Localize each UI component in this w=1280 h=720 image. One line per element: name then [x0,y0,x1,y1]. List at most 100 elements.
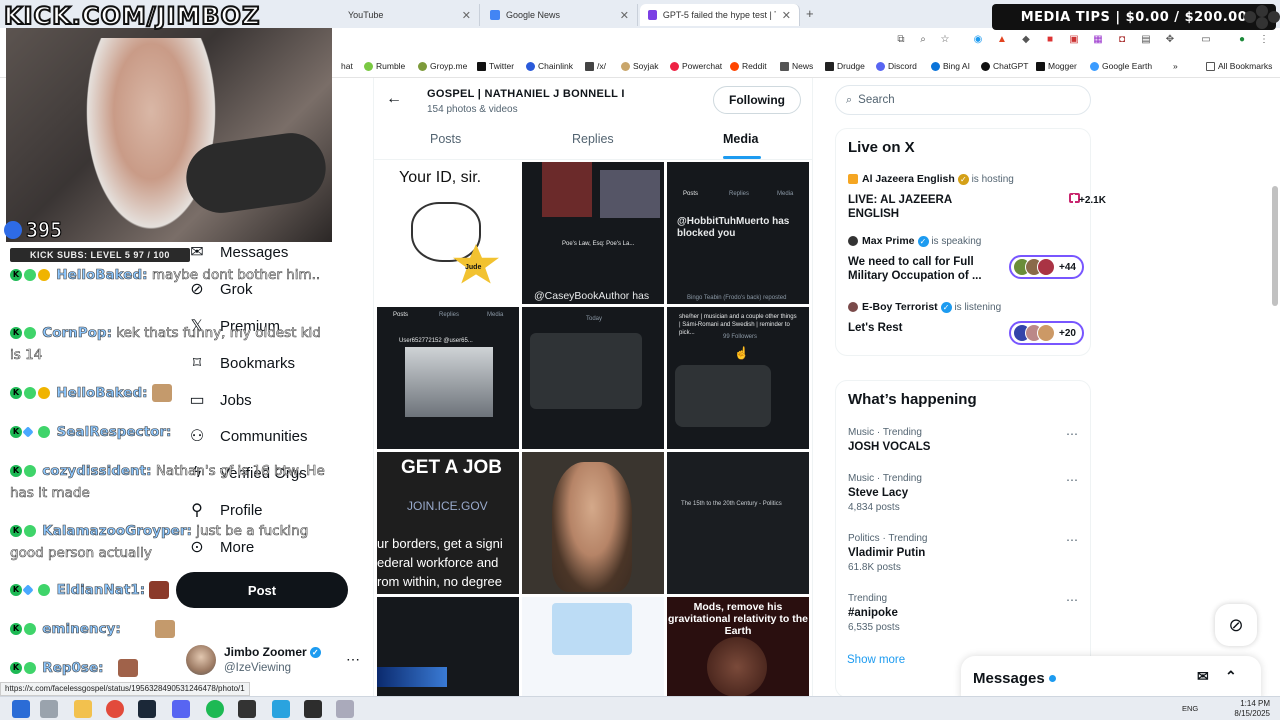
bookmark-label: News [792,61,814,71]
compose-message-icon[interactable]: ✉ [1197,668,1209,685]
avatar [1037,258,1056,276]
media-tile[interactable]: GET A JOB JOIN.ICE.GOV ur borders, get a… [377,452,519,594]
close-icon[interactable]: ✕ [782,9,791,22]
terminal-icon[interactable] [238,700,256,718]
scrollbar-thumb[interactable] [1272,186,1278,306]
language-indicator[interactable]: ENG [1182,704,1198,713]
media-tile[interactable]: Posts Replies Media @HobbitTuhMuerto has… [667,162,809,304]
all-bookmarks[interactable]: All Bookmarks [1206,61,1272,71]
media-tile[interactable]: Today [522,307,664,449]
soyjak-icon [621,61,630,71]
media-tile[interactable]: Poe's Law, Esq: Poe's La... @CaseyBookAu… [522,162,664,304]
bookmark-item[interactable]: News [780,61,813,71]
show-more-link[interactable]: Show more [847,654,905,666]
following-button[interactable]: Following [713,86,801,114]
task-view-icon[interactable] [40,700,58,718]
tile-names: Poe's Law, Esq: Poe's La... [562,241,635,247]
tab-posts[interactable]: Posts [430,132,461,146]
extension-icon[interactable]: ▣ [1068,34,1080,46]
search-input[interactable]: ⌕ Search [835,85,1091,115]
close-icon[interactable]: ✕ [620,9,629,22]
clock-time: 1:14 PM [1240,699,1270,708]
menu-kebab-icon[interactable]: ⋮ [1258,34,1270,46]
media-tile[interactable]: Posts Replies Media User652772152 @user6… [377,307,519,449]
app-icon[interactable] [336,700,354,718]
bookmark-label: /x/ [597,61,606,71]
spotify-icon[interactable] [206,700,224,718]
bookmark-item[interactable]: Reddit [730,61,767,71]
profile-avatar-icon[interactable]: ● [1236,34,1248,46]
chevron-right-icon[interactable]: » [1173,61,1178,71]
chrome-icon[interactable] [106,700,124,718]
back-arrow-icon[interactable]: ← [386,90,402,108]
media-tile[interactable]: The 15th to the 20th Century - Politics [667,452,809,594]
steam-icon[interactable] [138,700,156,718]
more-horizontal-icon[interactable]: ⋯ [1066,593,1078,607]
bookmark-item[interactable]: Chainlink [526,61,573,71]
trend-item[interactable]: Music · Trending JOSH VOCALS ⋯ [848,427,1084,453]
tab-gpt5-article[interactable]: GPT-5 failed the hype test | The ✕ [640,4,800,26]
bookmark-item[interactable]: Mogger [1036,61,1077,71]
telegram-icon[interactable] [272,700,290,718]
bookmark-item[interactable]: Powerchat [670,61,722,71]
more-horizontal-icon[interactable]: ⋯ [1066,473,1078,487]
bookmark-item[interactable]: Bing AI [931,61,970,71]
obs-icon[interactable] [304,700,322,718]
bookmark-item[interactable]: Groyp.me [418,61,467,71]
extension-icon[interactable]: ◆ [1020,34,1032,46]
bookmark-item[interactable]: Drudge [825,61,865,71]
extension-icon[interactable]: ◘ [1116,34,1128,46]
grok-icon[interactable]: ⊘ [1215,604,1257,646]
chevron-up-icon[interactable]: ⌃ [1225,668,1237,685]
system-clock[interactable]: 1:14 PM 8/15/2025 [1234,699,1270,719]
more-horizontal-icon[interactable]: ⋯ [1066,533,1078,547]
tile-text: Your ID, sir. [399,169,482,186]
bookmark-star-icon[interactable]: ☆ [939,34,951,46]
new-tab-icon[interactable]: + [806,6,814,21]
bookmark-item[interactable]: Twitter [477,61,514,71]
media-tile[interactable]: she/her | musician and a couple other th… [667,307,809,449]
discord-icon[interactable] [172,700,190,718]
trend-category: Music · Trending [848,427,922,438]
extension-icon[interactable]: ▲ [996,34,1008,46]
file-explorer-icon[interactable] [74,700,92,718]
tab-label: Google News [506,10,561,20]
extension-icon[interactable]: ▦ [1092,34,1104,46]
extension-icon[interactable]: ◉ [972,34,984,46]
close-icon[interactable]: ✕ [462,9,471,22]
bookmark-item[interactable]: Soyjak [621,61,659,71]
photo-thumbnail [542,162,592,217]
install-icon[interactable]: ⧉ [895,34,907,46]
messages-drawer[interactable]: Messages ✉ ⌃ [961,656,1261,700]
media-tile[interactable] [377,597,519,698]
more-horizontal-icon[interactable]: ⋯ [346,651,360,668]
zoom-icon[interactable]: ⌕ [917,34,929,46]
bookmark-item[interactable]: Google Earth [1090,61,1152,71]
trend-item[interactable]: Music · Trending Steve Lacy 4,834 posts … [848,473,1084,513]
extensions-puzzle-icon[interactable]: ✥ [1164,34,1176,46]
bookmark-item[interactable]: Discord [876,61,917,71]
trend-item[interactable]: Trending #anipoke 6,535 posts ⋯ [848,593,1084,633]
tab-google-news[interactable]: Google News ✕ [482,4,638,26]
trend-count: 6,535 posts [848,622,900,633]
media-tile[interactable]: Your ID, sir. Jude [377,162,519,304]
extension-icon[interactable]: ■ [1044,34,1056,46]
bookmark-item[interactable]: hat [341,61,353,71]
more-horizontal-icon[interactable]: ⋯ [1066,427,1078,441]
media-tile[interactable]: Mods, remove his gravitational relativit… [667,597,809,698]
start-icon[interactable] [12,700,30,718]
kick-badge-icon: K [10,662,22,674]
bookmark-item[interactable]: Rumble [364,61,405,71]
tab-youtube[interactable]: YouTube ✕ [340,4,480,26]
bookmark-item[interactable]: /x/ [585,61,606,71]
chat-username: Rep0se: [42,660,104,677]
tab-media[interactable]: Media [723,132,758,146]
tab-replies[interactable]: Replies [572,132,614,146]
extension-icon[interactable]: ▤ [1140,34,1152,46]
bookmark-item[interactable]: ChatGPT [981,61,1028,71]
sidebar-icon[interactable]: ▭ [1200,34,1212,46]
media-tile[interactable] [522,597,664,698]
trend-item[interactable]: Politics · Trending Vladimir Putin 61.8K… [848,533,1084,573]
media-tile[interactable] [522,452,664,594]
chat-username: SealRespector: [56,424,172,441]
